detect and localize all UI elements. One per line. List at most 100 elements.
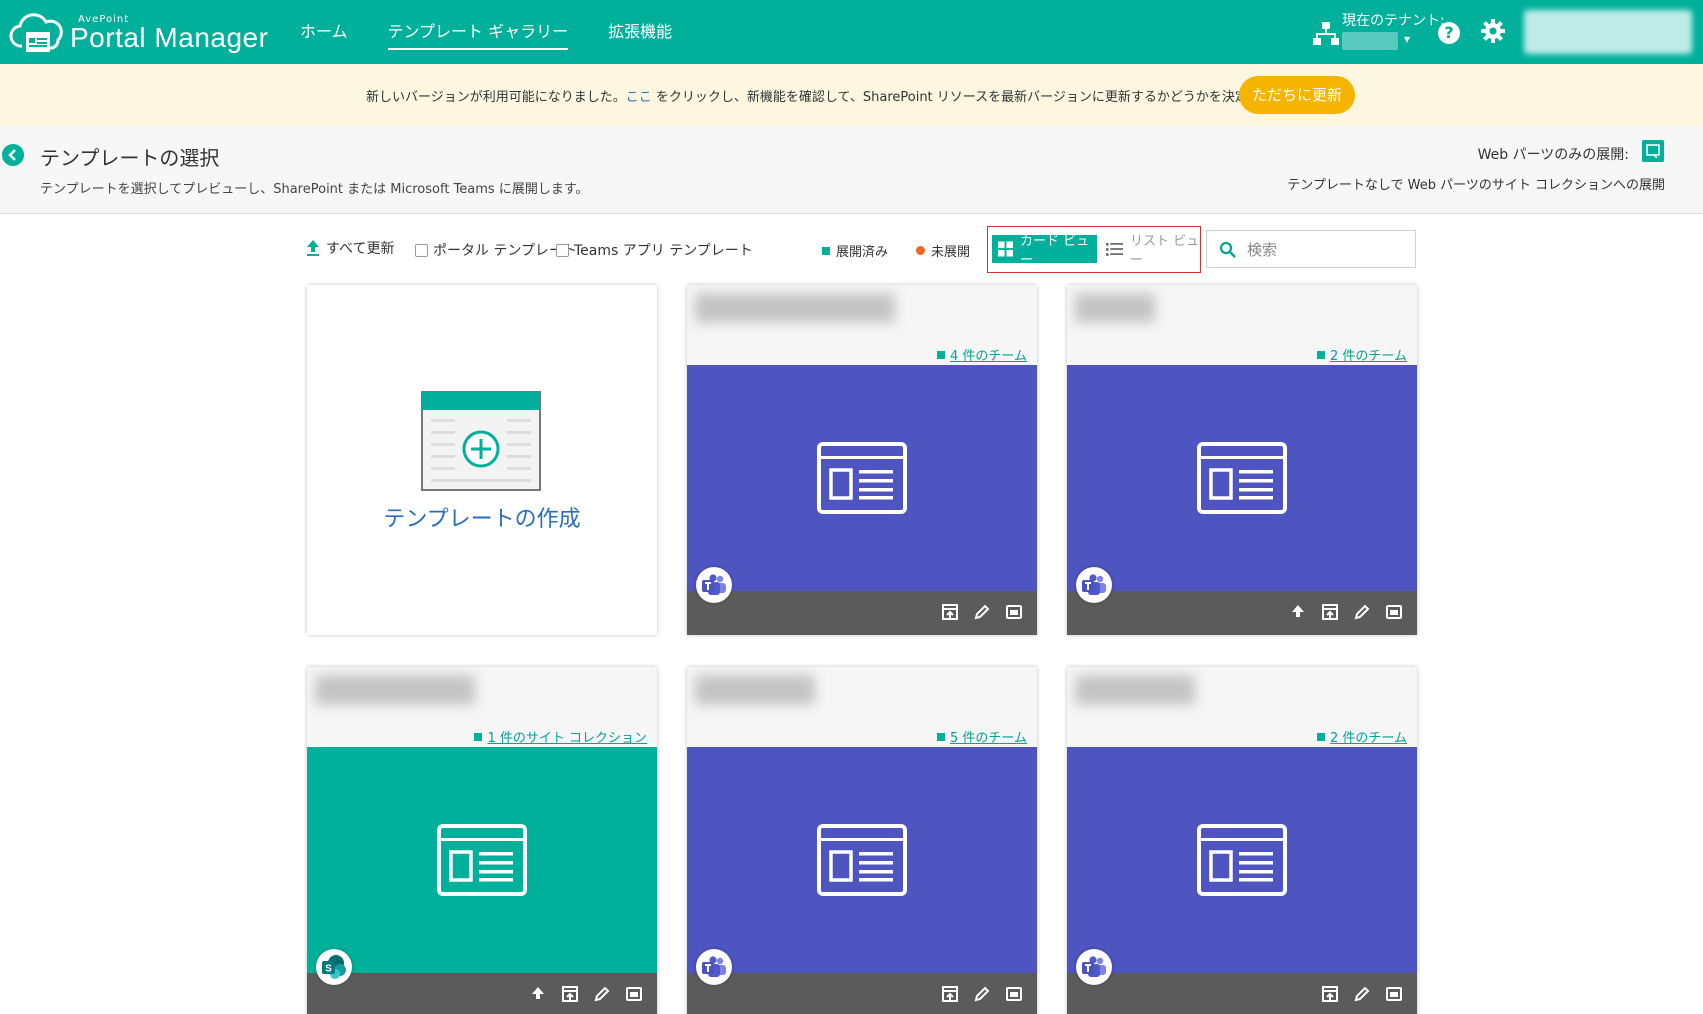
preview-icon[interactable]: [1385, 985, 1403, 1003]
teams-template-filter[interactable]: Teams アプリ テンプレート: [556, 240, 753, 260]
search-box: [1206, 230, 1416, 268]
create-template-card[interactable]: テンプレートの作成: [307, 285, 657, 635]
nav-template-gallery[interactable]: テンプレート ギャラリー: [387, 0, 568, 64]
gear-icon[interactable]: [1480, 18, 1506, 44]
card-view-button[interactable]: カード ビュー: [992, 234, 1097, 268]
card-header: 2 件のチーム: [1067, 285, 1417, 365]
deploy-icon[interactable]: [941, 603, 959, 621]
nav-home[interactable]: ホーム: [300, 0, 348, 64]
deploy-icon[interactable]: [561, 985, 579, 1003]
template-card[interactable]: 1 件のサイト コレクション S: [307, 667, 657, 1014]
preview-icon[interactable]: [1005, 603, 1023, 621]
card-actions: [687, 591, 1037, 635]
teams-badge: [1076, 949, 1112, 985]
page-layout-icon: [1197, 824, 1287, 896]
deploy-icon[interactable]: [1321, 603, 1339, 621]
page-subtitle: テンプレートを選択してプレビューし、SharePoint または Microso…: [40, 182, 589, 197]
card-count-link[interactable]: 4 件のチーム: [950, 345, 1027, 364]
main-nav: ホーム テンプレート ギャラリー 拡張機能: [300, 0, 672, 64]
webparts-only-label: Web パーツのみの展開:: [1477, 147, 1629, 163]
edit-icon[interactable]: [1353, 985, 1371, 1003]
chevron-down-icon: ▾: [1404, 32, 1411, 46]
page-layout-icon: [817, 442, 907, 514]
card-deployment-count[interactable]: 5 件のチーム: [936, 727, 1027, 746]
card-header: 4 件のチーム: [687, 285, 1037, 365]
card-template-name: [315, 675, 475, 705]
create-template-label: テンプレートの作成: [383, 507, 581, 532]
tenant-selector[interactable]: 現在のテナント: ▾: [1312, 10, 1445, 54]
edit-icon[interactable]: [973, 985, 991, 1003]
search-input[interactable]: [1247, 239, 1407, 261]
card-count-link[interactable]: 2 件のチーム: [1330, 727, 1407, 746]
page-title: テンプレートの選択: [40, 146, 220, 170]
card-count-link[interactable]: 1 件のサイト コレクション: [487, 727, 647, 746]
template-card[interactable]: 4 件のチーム: [687, 285, 1037, 635]
webparts-deploy-icon[interactable]: [1642, 140, 1664, 162]
card-template-name: [695, 293, 895, 323]
card-actions: [1067, 973, 1417, 1014]
grid-icon: [998, 241, 1013, 257]
edit-icon[interactable]: [973, 603, 991, 621]
portal-manager-logo[interactable]: AvePoint Portal Manager: [8, 8, 273, 58]
card-count-link[interactable]: 5 件のチーム: [950, 727, 1027, 746]
deployed-square-icon: [1316, 732, 1325, 741]
card-deployment-count[interactable]: 2 件のチーム: [1316, 727, 1407, 746]
teams-template-label: Teams アプリ テンプレート: [574, 243, 753, 259]
preview-icon[interactable]: [625, 985, 643, 1003]
card-view-label: カード ビュー: [1020, 234, 1090, 268]
back-arrow-icon[interactable]: [2, 144, 24, 166]
deploy-icon[interactable]: [1321, 985, 1339, 1003]
card-thumbnail: [1067, 365, 1417, 591]
edit-icon[interactable]: [593, 985, 611, 1003]
preview-icon[interactable]: [1005, 985, 1023, 1003]
help-icon[interactable]: ?: [1438, 22, 1460, 44]
gallery-toolbar: すべて更新 ポータル テンプレート Teams アプリ テンプレート 展開済み …: [0, 226, 1703, 276]
page-layout-icon: [437, 824, 527, 896]
list-view-button[interactable]: リスト ビュー: [1102, 234, 1200, 268]
preview-icon[interactable]: [1385, 603, 1403, 621]
webparts-only-description: テンプレートなしで Web パーツのサイト コレクションへの展開: [1287, 178, 1665, 193]
cloud-logo-icon: [9, 13, 63, 52]
update-now-button[interactable]: ただちに更新: [1239, 76, 1355, 114]
edit-icon[interactable]: [1353, 603, 1371, 621]
upload-icon[interactable]: [529, 985, 547, 1003]
refresh-all-button[interactable]: すべて更新: [306, 238, 394, 258]
teams-template-checkbox[interactable]: [556, 243, 569, 257]
legend-deployed: 展開済み: [822, 241, 888, 260]
legend-undeployed: 未展開: [916, 241, 970, 260]
card-template-name: [695, 675, 815, 705]
deploy-icon[interactable]: [941, 985, 959, 1003]
notice-here-link[interactable]: ここ: [626, 90, 652, 105]
user-account-menu[interactable]: [1524, 10, 1692, 54]
legend-deployed-label: 展開済み: [836, 245, 889, 260]
portal-template-filter[interactable]: ポータル テンプレート: [415, 240, 577, 260]
card-actions: [307, 973, 657, 1014]
tenant-label: 現在のテナント:: [1342, 13, 1445, 29]
org-hierarchy-icon: [1313, 22, 1339, 45]
card-actions: [687, 973, 1037, 1014]
card-thumbnail: [307, 747, 657, 973]
update-notice: 新しいバージョンが利用可能になりました。ここ をクリックし、新機能を確認して、S…: [0, 64, 1703, 126]
card-deployment-count[interactable]: 4 件のチーム: [936, 345, 1027, 364]
nav-extensions[interactable]: 拡張機能: [608, 0, 672, 64]
card-count-link[interactable]: 2 件のチーム: [1330, 345, 1407, 364]
card-deployment-count[interactable]: 2 件のチーム: [1316, 345, 1407, 364]
top-bar: AvePoint Portal Manager ホーム テンプレート ギャラリー…: [0, 0, 1703, 64]
teams-badge: [696, 567, 732, 603]
sharepoint-icon: S: [322, 955, 346, 979]
deployed-square-icon: [822, 246, 830, 255]
card-actions: [1067, 591, 1417, 635]
card-template-name: [1075, 675, 1195, 705]
upload-icon[interactable]: [1289, 603, 1307, 621]
template-card[interactable]: 2 件のチーム: [1067, 285, 1417, 635]
template-card[interactable]: 2 件のチーム: [1067, 667, 1417, 1014]
card-template-name: [1075, 293, 1155, 323]
template-card[interactable]: 5 件のチーム: [687, 667, 1037, 1014]
list-view-label: リスト ビュー: [1130, 234, 1200, 268]
card-header: 5 件のチーム: [687, 667, 1037, 747]
teams-badge: [1076, 567, 1112, 603]
portal-template-checkbox[interactable]: [415, 243, 428, 257]
search-icon[interactable]: [1219, 241, 1237, 259]
card-deployment-count[interactable]: 1 件のサイト コレクション: [474, 727, 647, 746]
logo-product-text: Portal Manager: [70, 22, 269, 53]
